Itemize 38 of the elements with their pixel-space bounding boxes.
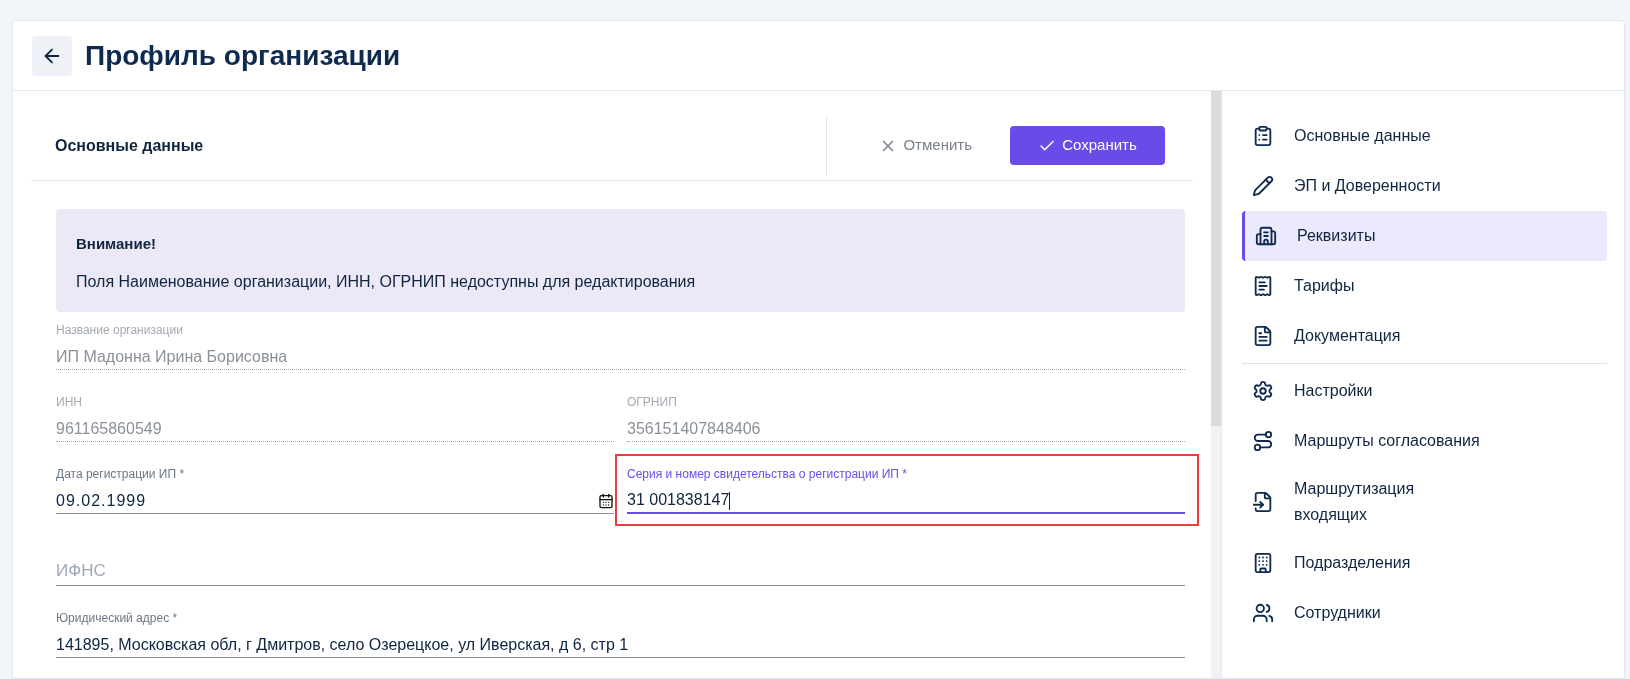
field-label: ОГРНИП (627, 394, 678, 410)
building-icon (1255, 225, 1277, 247)
scrollbar-thumb[interactable] (1211, 91, 1221, 426)
field-label: Название организации (56, 322, 184, 338)
sidebar-item[interactable]: Подразделения (1242, 538, 1607, 588)
calendar-icon[interactable] (598, 492, 614, 509)
sidebar-item[interactable]: Основные данные (1242, 111, 1607, 161)
sidebar-item[interactable]: ЭП и Доверенности (1242, 161, 1607, 211)
route-icon (1252, 430, 1274, 452)
field-label: ИНН (56, 394, 83, 410)
clipboard-icon (1252, 125, 1274, 147)
settings-icon (1252, 380, 1274, 402)
sidebar-item[interactable]: Маршрутизация входящих (1242, 466, 1607, 538)
sidebar-item[interactable]: Тарифы (1242, 261, 1607, 311)
cancel-button[interactable]: Отменить (879, 134, 972, 157)
section-title: Основные данные (55, 135, 205, 156)
receipt-icon (1252, 275, 1274, 297)
notice-title: Внимание! (76, 234, 157, 254)
sidebar-item[interactable]: Настройки (1242, 366, 1607, 416)
sidebar-item[interactable]: Документация (1242, 311, 1607, 361)
notice-text: Поля Наименование организации, ИНН, ОГРНИП недоступны для редактирования (76, 271, 697, 292)
office-building-icon (1252, 552, 1274, 574)
page-title: Профиль организации (85, 38, 401, 73)
file-import-icon (1252, 491, 1274, 513)
sidebar-item[interactable]: Маршруты согласования (1242, 416, 1607, 466)
field-label: Юридический адрес * (56, 610, 179, 626)
field-label: Дата регистрации ИП * (56, 466, 186, 482)
input-field[interactable]: 31 001838147 (627, 488, 1185, 514)
input-field[interactable]: 141895, Московская обл, г Дмитров, село Озерецкое, ул Иверская, д 6, стр 1 (56, 632, 1185, 658)
back-button[interactable] (32, 35, 72, 76)
field-label: Серия и номер свидетельства о регистрации ИП * (627, 466, 908, 482)
sidebar-item[interactable]: Сотрудники (1242, 588, 1607, 638)
pencil-icon (1252, 175, 1274, 197)
save-button[interactable]: Сохранить (1010, 126, 1165, 165)
sidebar-item[interactable]: Реквизиты (1242, 211, 1607, 261)
date-field[interactable]: 09.02.1999 (56, 488, 614, 514)
people-icon (1252, 602, 1274, 624)
document-icon (1252, 325, 1274, 347)
